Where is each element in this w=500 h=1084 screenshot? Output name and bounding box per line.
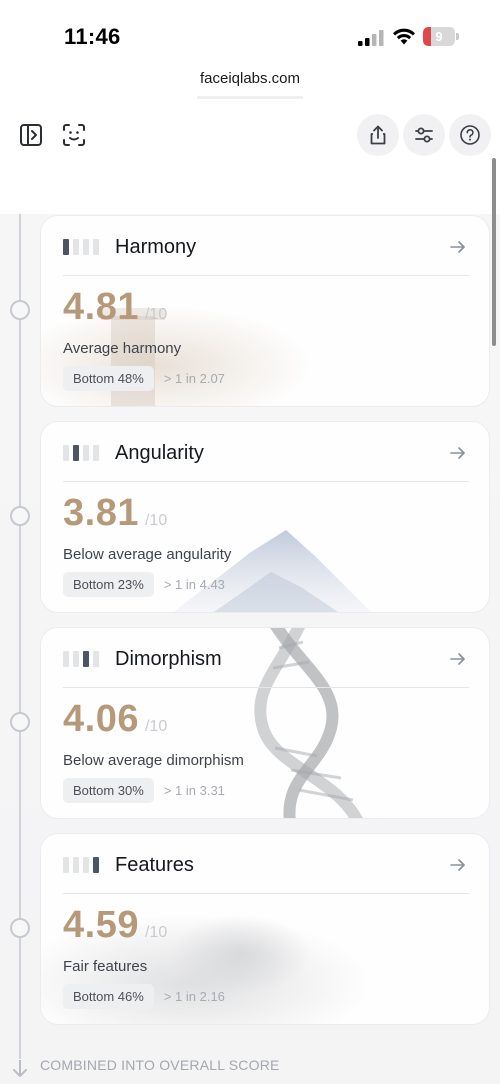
segment-inactive bbox=[83, 857, 89, 873]
cellular-signal-icon bbox=[358, 30, 384, 46]
percentile-badge: Bottom 30% bbox=[63, 778, 154, 803]
scrollbar[interactable] bbox=[492, 158, 496, 346]
share-button[interactable] bbox=[357, 114, 399, 156]
arrow-right-icon[interactable] bbox=[449, 444, 467, 462]
timeline-node bbox=[10, 506, 30, 526]
card-title: Angularity bbox=[115, 441, 204, 464]
help-button[interactable] bbox=[449, 114, 491, 156]
segment-active bbox=[93, 857, 99, 873]
score-description: Fair features bbox=[63, 958, 148, 975]
percentile-badge: Bottom 46% bbox=[63, 984, 154, 1009]
segment-inactive bbox=[93, 651, 99, 667]
percentile-badge: Bottom 23% bbox=[63, 572, 154, 597]
progress-segments bbox=[63, 445, 99, 461]
score-card-harmony[interactable]: Harmony 4.81 /10 Average harmony Bottom … bbox=[40, 215, 490, 407]
score-denominator: /10 bbox=[144, 718, 168, 735]
score-value: 4.81 bbox=[63, 286, 139, 328]
score-denominator: /10 bbox=[144, 512, 168, 529]
progress-segments bbox=[63, 239, 99, 255]
address-bar[interactable]: faceiqlabs.com bbox=[0, 70, 500, 99]
segment-inactive bbox=[63, 445, 69, 461]
score-description: Average harmony bbox=[63, 340, 182, 357]
score-card-angularity[interactable]: Angularity 3.81 /10 Below average angula… bbox=[40, 421, 490, 613]
percentile-badge: Bottom 48% bbox=[63, 366, 154, 391]
wifi-icon bbox=[393, 28, 415, 45]
score-value: 4.06 bbox=[63, 698, 139, 740]
page-toolbar bbox=[0, 112, 500, 158]
score-value: 3.81 bbox=[63, 492, 139, 534]
arrow-right-icon[interactable] bbox=[449, 238, 467, 256]
score-denominator: /10 bbox=[144, 924, 168, 941]
timeline-node bbox=[10, 918, 30, 938]
segment-inactive bbox=[93, 239, 99, 255]
score-denominator: /10 bbox=[144, 306, 168, 323]
timeline-node bbox=[10, 712, 30, 732]
rarity-text: > 1 in 2.16 bbox=[163, 989, 225, 1004]
score-description: Below average dimorphism bbox=[63, 752, 244, 769]
card-title: Dimorphism bbox=[115, 647, 222, 670]
segment-active bbox=[63, 239, 69, 255]
segment-active bbox=[83, 651, 89, 667]
status-bar: 11:46 9 bbox=[0, 0, 500, 62]
filters-button[interactable] bbox=[403, 114, 445, 156]
timeline-node bbox=[10, 300, 30, 320]
rarity-text: > 1 in 2.07 bbox=[163, 371, 225, 386]
segment-inactive bbox=[83, 445, 89, 461]
score-value: 4.59 bbox=[63, 904, 139, 946]
score-description: Below average angularity bbox=[63, 546, 232, 563]
battery-percent: 9 bbox=[435, 29, 443, 44]
help-circle-icon bbox=[460, 125, 480, 145]
segment-inactive bbox=[83, 239, 89, 255]
rarity-text: > 1 in 4.43 bbox=[163, 577, 225, 592]
arrow-down-icon bbox=[13, 1060, 27, 1077]
segment-inactive bbox=[73, 651, 79, 667]
arrow-right-icon[interactable] bbox=[449, 856, 467, 874]
overall-score-caption: COMBINED INTO OVERALL SCORE bbox=[40, 1057, 280, 1073]
segment-inactive bbox=[73, 239, 79, 255]
card-title: Features bbox=[115, 853, 194, 876]
progress-segments bbox=[63, 651, 99, 667]
segment-inactive bbox=[93, 445, 99, 461]
segment-inactive bbox=[63, 857, 69, 873]
score-card-features[interactable]: Features 4.59 /10 Fair features Bottom 4… bbox=[40, 833, 490, 1025]
segment-inactive bbox=[73, 857, 79, 873]
share-icon bbox=[370, 125, 386, 145]
arrow-right-icon[interactable] bbox=[449, 650, 467, 668]
battery-indicator: 9 bbox=[423, 27, 459, 46]
rarity-text: > 1 in 3.31 bbox=[163, 783, 225, 798]
url-text: faceiqlabs.com bbox=[199, 70, 301, 87]
status-time: 11:46 bbox=[64, 24, 121, 49]
card-title: Harmony bbox=[115, 235, 197, 258]
sliders-icon bbox=[415, 127, 433, 143]
progress-segments bbox=[63, 857, 99, 873]
sidebar-toggle-icon[interactable] bbox=[18, 122, 44, 148]
segment-inactive bbox=[63, 651, 69, 667]
segment-active bbox=[73, 445, 79, 461]
score-card-dimorphism[interactable]: Dimorphism 4.06 /10 Below average dimorp… bbox=[40, 627, 490, 819]
face-scan-icon[interactable] bbox=[61, 122, 87, 148]
